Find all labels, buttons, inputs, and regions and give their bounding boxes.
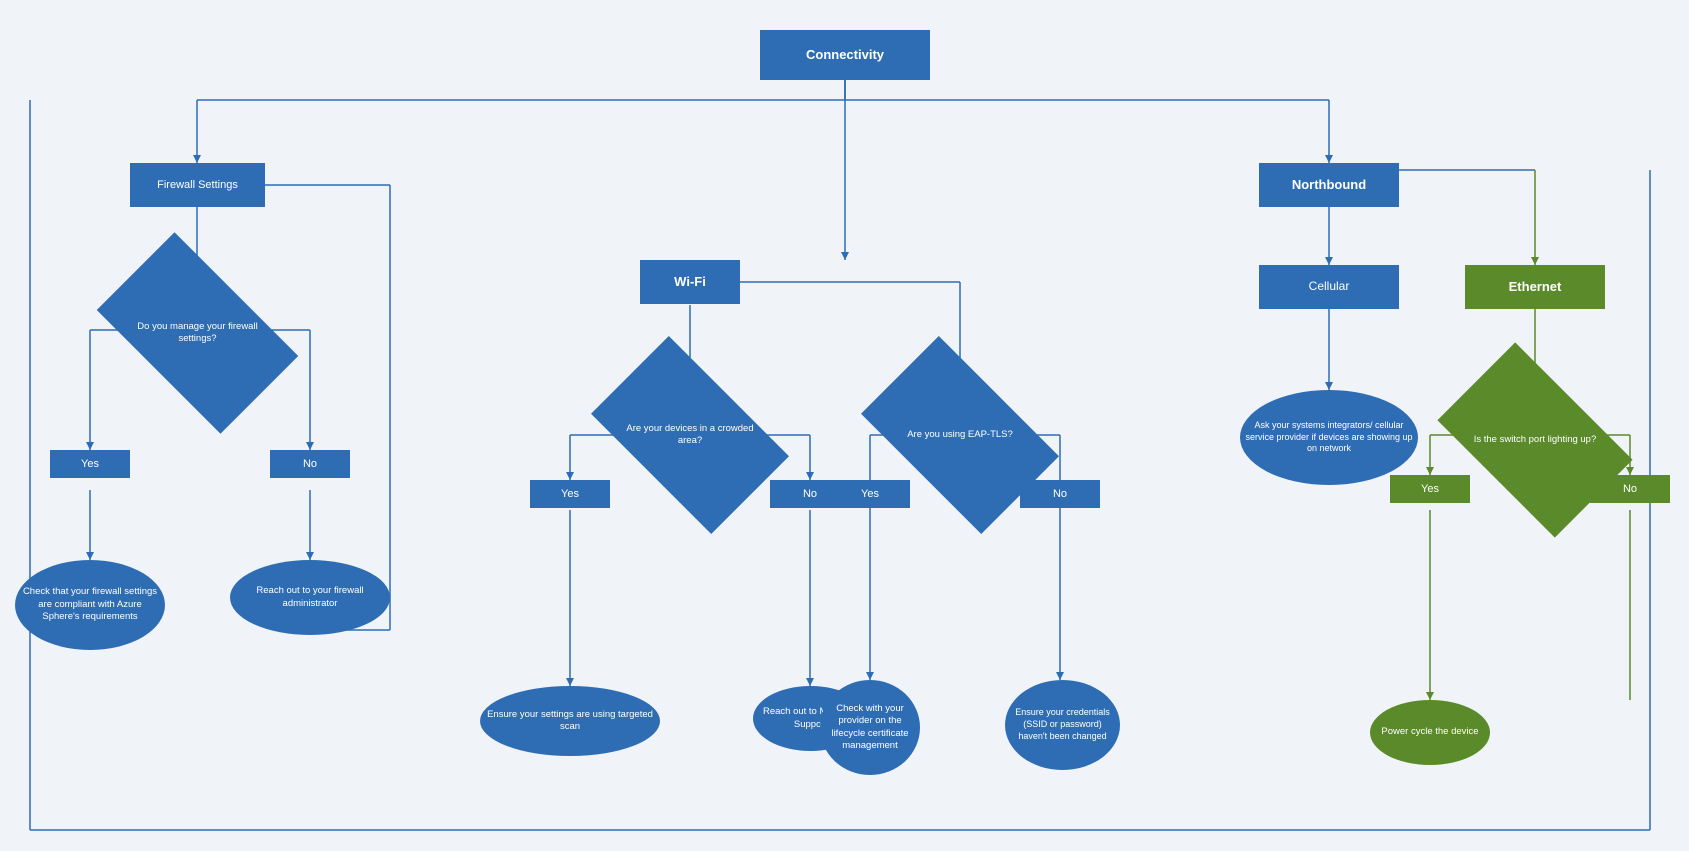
flowchart-canvas: Connectivity Firewall Settings Do you ma… [0, 0, 1689, 851]
ensure-credentials-node: Ensure your credentials (SSID or passwor… [1005, 680, 1120, 770]
yes-eap-node: Yes [830, 480, 910, 508]
northbound-node: Northbound [1259, 163, 1399, 207]
manage-diamond: Do you manage your firewall settings? [110, 278, 285, 388]
cellular-node: Cellular [1259, 265, 1399, 309]
no-eap-node: No [1020, 480, 1100, 508]
no-switch-node: No [1590, 475, 1670, 503]
crowded-diamond: Are your devices in a crowded area? [605, 380, 775, 490]
yes-firewall-node: Yes [50, 450, 130, 478]
ask-systems-node: Ask your systems integrators/ cellular s… [1240, 390, 1418, 485]
wifi-node: Wi-Fi [640, 260, 740, 304]
no-firewall-node: No [270, 450, 350, 478]
power-cycle-node: Power cycle the device [1370, 700, 1490, 765]
ethernet-node: Ethernet [1465, 265, 1605, 309]
reach-out-admin-node: Reach out to your firewall administrator [230, 560, 390, 635]
yes-crowded-node: Yes [530, 480, 610, 508]
check-firewall-node: Check that your firewall settings are co… [15, 560, 165, 650]
connectivity-node: Connectivity [760, 30, 930, 80]
firewall-settings-node: Firewall Settings [130, 163, 265, 207]
yes-switch-node: Yes [1390, 475, 1470, 503]
ensure-targeted-node: Ensure your settings are using targeted … [480, 686, 660, 756]
eap-diamond: Are you using EAP-TLS? [875, 380, 1045, 490]
check-provider-node: Check with your provider on the lifecycl… [820, 680, 920, 775]
